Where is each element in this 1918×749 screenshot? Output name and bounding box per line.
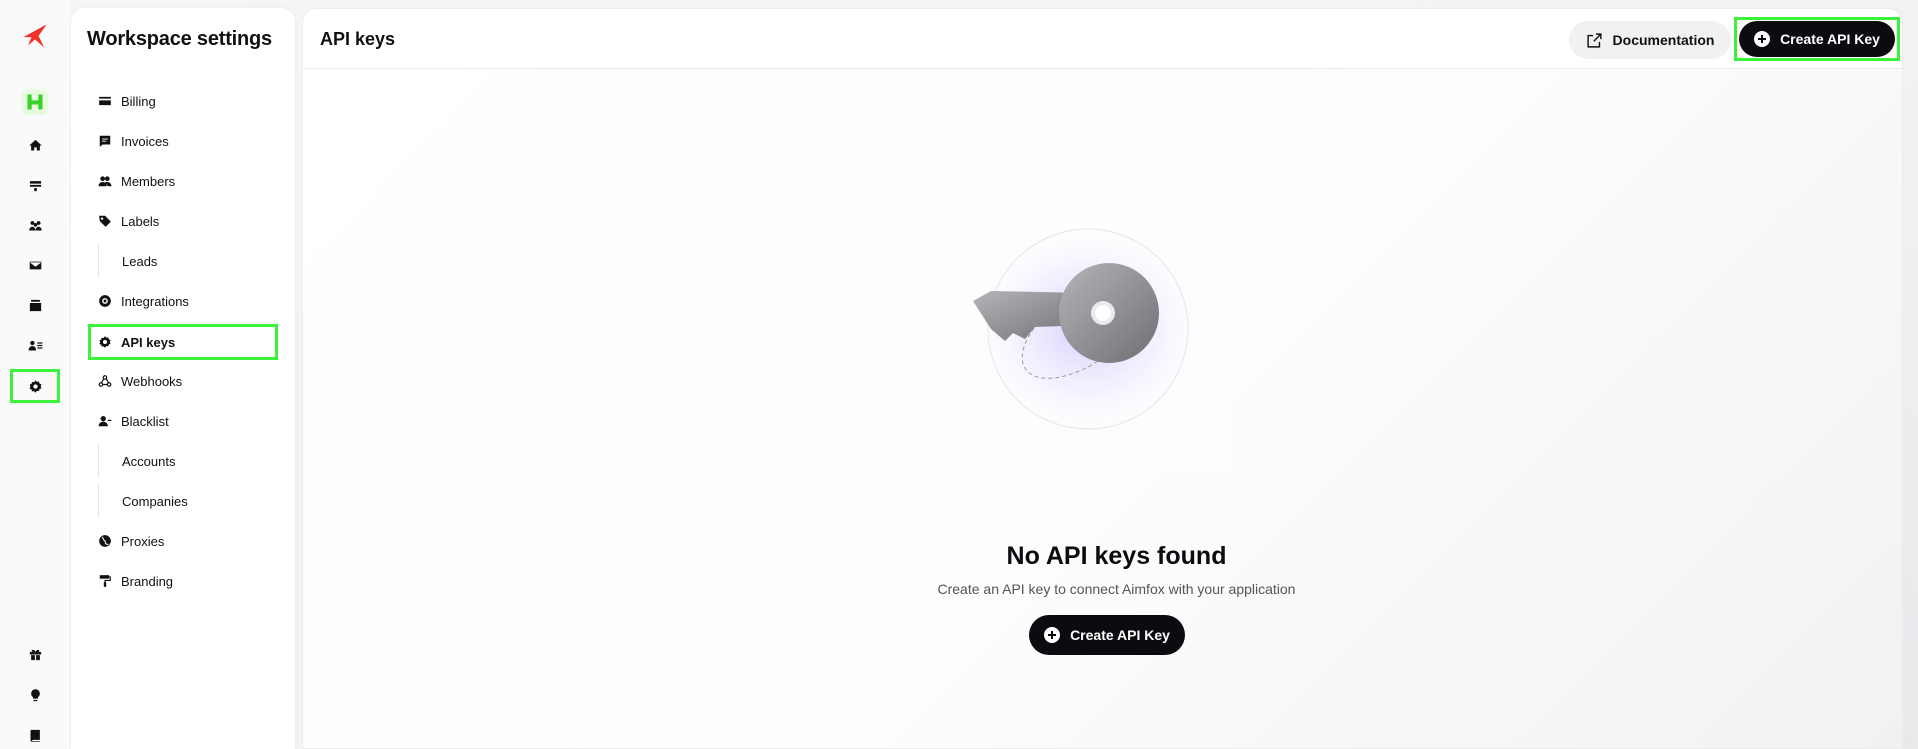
documentation-button[interactable]: Documentation	[1569, 21, 1731, 59]
create-api-key-button[interactable]: Create API Key	[1739, 21, 1895, 57]
webhooks-icon	[98, 375, 112, 387]
templates-icon[interactable]	[14, 289, 56, 321]
nav-item-label: Proxies	[121, 533, 165, 549]
nav-item-label: Billing	[121, 93, 156, 109]
nav-item-integrations[interactable]: Integrations	[88, 284, 276, 318]
nav-item-proxies[interactable]: Proxies	[88, 524, 276, 558]
nav-subitem-accounts[interactable]: Accounts	[98, 444, 268, 478]
paint-roller-icon	[99, 575, 111, 587]
tag-icon	[99, 215, 111, 227]
home-icon[interactable]	[14, 129, 56, 161]
external-link-icon	[1586, 32, 1602, 48]
nav-item-label: Members	[121, 173, 176, 189]
nav-item-labels[interactable]: Labels	[88, 204, 276, 238]
nav-item-label: Webhooks	[121, 373, 183, 389]
blacklist-icon	[98, 416, 112, 427]
empty-state-create-button[interactable]: Create API Key	[1029, 615, 1185, 655]
gear-icon	[99, 336, 111, 348]
plus-circle-icon	[1044, 627, 1061, 643]
nav-item-api-keys[interactable]: API keys	[88, 324, 278, 360]
gift-icon[interactable]	[14, 638, 56, 670]
aimfox-logo-icon[interactable]	[14, 20, 56, 52]
create-api-key-highlight: Create API Key	[1734, 17, 1900, 61]
nav-item-label: Leads	[122, 253, 158, 269]
book-icon[interactable]	[14, 719, 56, 749]
empty-state-description: Create an API key to connect Aimfox with…	[303, 581, 1902, 597]
icon-rail	[0, 0, 70, 749]
leads-icon[interactable]	[14, 209, 56, 241]
nav-item-label: Labels	[121, 213, 160, 229]
page-header: API keys Documentation Create API Key	[303, 9, 1902, 69]
workspace-avatar-icon[interactable]	[22, 89, 48, 115]
credit-card-icon	[99, 96, 111, 106]
nav-item-billing[interactable]: Billing	[88, 84, 276, 118]
integrations-icon	[99, 295, 111, 307]
empty-state-title: No API keys found	[303, 542, 1902, 571]
inbox-icon[interactable]	[14, 249, 56, 281]
nav-item-label: Companies	[122, 493, 188, 509]
nav-item-members[interactable]: Members	[88, 164, 276, 198]
settings-title: Workspace settings	[87, 28, 272, 50]
lightbulb-icon[interactable]	[14, 679, 56, 711]
create-api-key-label: Create API Key	[1780, 31, 1880, 47]
nav-subitem-companies[interactable]: Companies	[98, 484, 268, 518]
nav-item-label: Invoices	[121, 133, 169, 149]
page-title: API keys	[320, 29, 396, 49]
empty-state-description-text: Create an API key to connect Aimfox with…	[937, 581, 1296, 597]
invoice-icon	[99, 135, 111, 147]
documentation-label: Documentation	[1612, 32, 1715, 48]
accounts-icon[interactable]	[14, 329, 56, 361]
nav-item-label: Branding	[121, 573, 174, 589]
globe-icon	[99, 535, 111, 547]
key-illustration-icon	[913, 209, 1233, 469]
campaigns-icon[interactable]	[14, 169, 56, 201]
empty-state-title-text: No API keys found	[1006, 542, 1227, 570]
nav-item-label: Accounts	[122, 453, 176, 469]
nav-item-webhooks[interactable]: Webhooks	[88, 364, 276, 398]
nav-item-label: API keys	[121, 334, 176, 350]
main-content: API keys Documentation Create API Key No…	[302, 8, 1903, 749]
nav-item-invoices[interactable]: Invoices	[88, 124, 276, 158]
plus-circle-icon	[1754, 31, 1771, 47]
nav-item-label: Integrations	[121, 293, 189, 309]
nav-item-blacklist[interactable]: Blacklist	[88, 404, 276, 438]
nav-item-branding[interactable]: Branding	[88, 564, 276, 598]
members-icon	[98, 176, 112, 187]
workspace-settings-panel: Workspace settings Billing Invoices Memb…	[71, 8, 295, 749]
settings-gear-icon[interactable]	[10, 369, 60, 403]
nav-item-label: Blacklist	[121, 413, 169, 429]
empty-state-create-label: Create API Key	[1070, 627, 1170, 643]
nav-subitem-leads[interactable]: Leads	[98, 244, 268, 278]
